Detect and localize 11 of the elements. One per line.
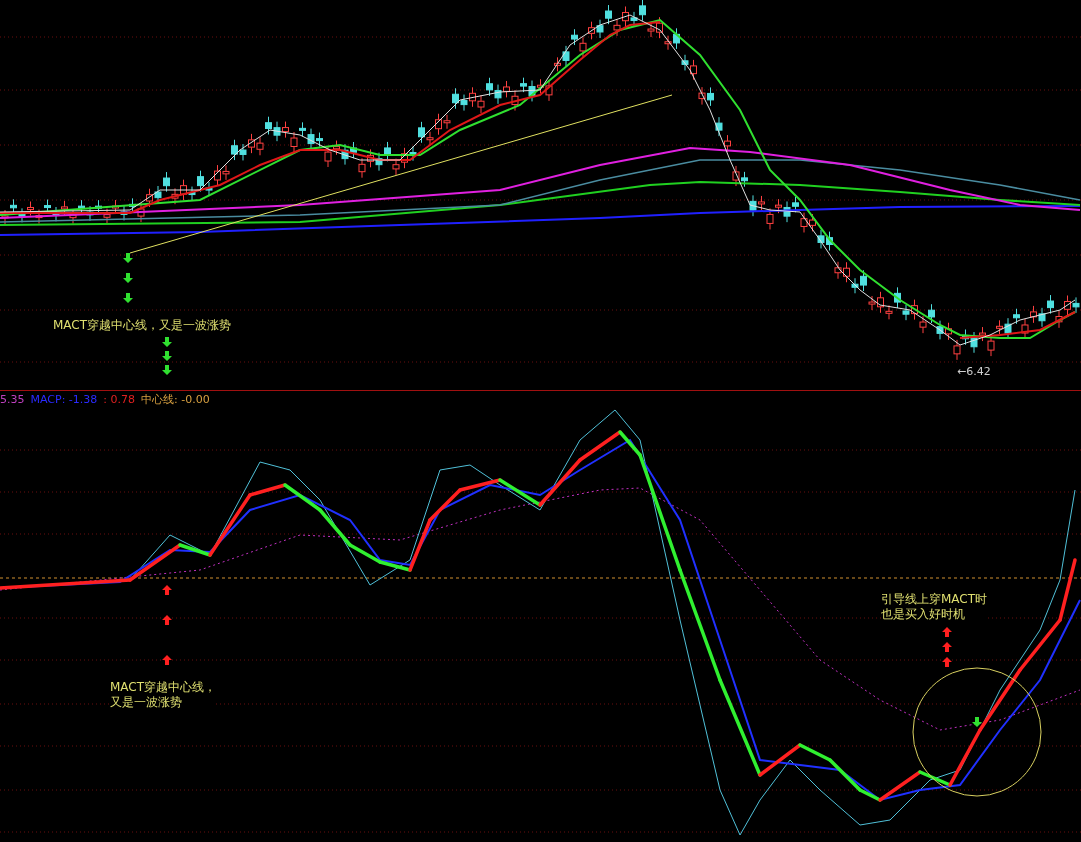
annotation-text: 引导线上穿MACT时 也是买入好时机	[881, 592, 988, 622]
price-label: ←6.42	[957, 365, 991, 378]
legend-value: 5.35	[0, 393, 25, 406]
annotation-text: MACT穿越中心线，又是一波涨势	[53, 318, 232, 333]
up-arrow-icon	[162, 585, 172, 595]
legend-value: 中心线: -0.00	[141, 392, 210, 407]
legend-value: : 0.78	[103, 393, 135, 406]
legend-value: MACP: -1.38	[30, 393, 98, 406]
up-arrow-icon	[162, 655, 172, 665]
up-arrow-icon	[162, 615, 172, 625]
down-arrow-icon	[972, 717, 982, 727]
